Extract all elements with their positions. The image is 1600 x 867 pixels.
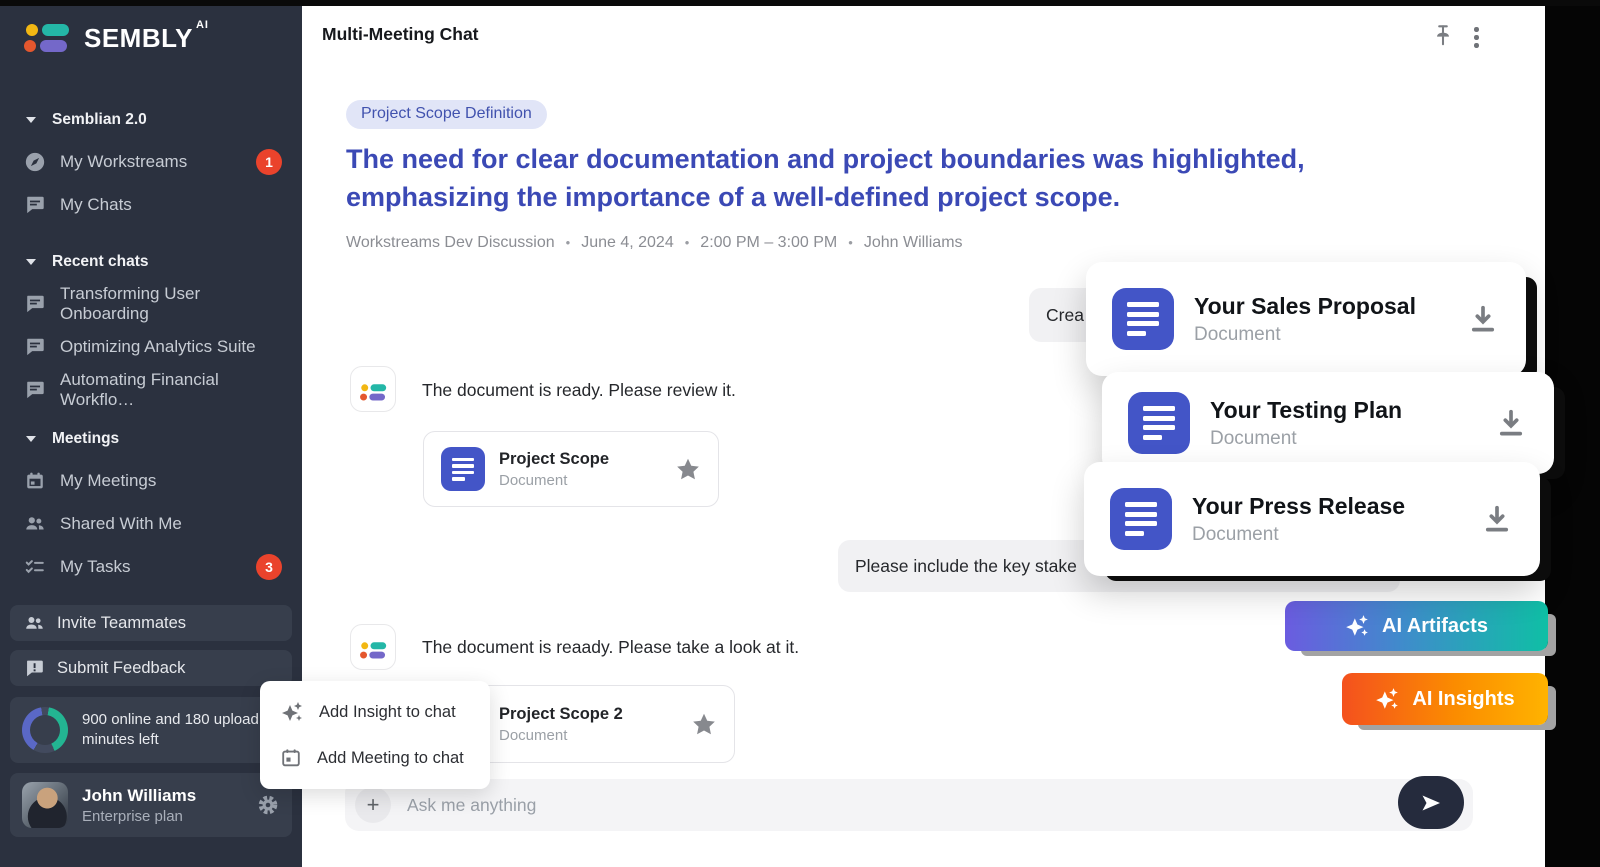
sidebar-section-meetings[interactable]: Meetings bbox=[24, 427, 290, 451]
meta-date: June 4, 2024 bbox=[581, 234, 674, 252]
sidebar-section-recent-chats[interactable]: Recent chats bbox=[24, 250, 290, 274]
meta-separator bbox=[848, 234, 853, 252]
people-icon bbox=[24, 613, 45, 634]
download-icon[interactable] bbox=[1480, 502, 1514, 536]
more-options-icon[interactable] bbox=[1472, 25, 1481, 50]
chat-input[interactable] bbox=[391, 795, 1463, 816]
sidebar-item-my-workstreams[interactable]: My Workstreams 1 bbox=[24, 149, 290, 175]
meta-separator bbox=[566, 234, 571, 252]
brand-sup: AI bbox=[196, 19, 209, 31]
sparkles-icon bbox=[280, 700, 304, 724]
minutes-remaining-card: 900 online and 180 upload minutes left bbox=[10, 697, 292, 763]
meta-author: John Williams bbox=[864, 234, 963, 252]
calendar-icon bbox=[24, 470, 46, 492]
document-icon bbox=[1128, 392, 1190, 454]
ai-insights-button[interactable]: AI Insights bbox=[1342, 673, 1548, 725]
user-profile-card[interactable]: John Williams Enterprise plan bbox=[10, 773, 292, 837]
document-icon bbox=[1112, 288, 1174, 350]
app-window: SEMBLYAI Semblian 2.0 My Workstreams 1 M… bbox=[0, 0, 1600, 867]
menu-item-add-meeting[interactable]: Add Meeting to chat bbox=[280, 739, 470, 777]
sidebar-item-my-chats[interactable]: My Chats bbox=[24, 192, 290, 218]
bot-message: The document is ready. Please review it. bbox=[422, 380, 736, 401]
document-icon bbox=[441, 447, 485, 491]
chat-icon bbox=[24, 293, 46, 315]
chat-icon bbox=[24, 379, 46, 401]
star-icon[interactable] bbox=[675, 456, 701, 482]
minutes-progress-ring bbox=[22, 707, 68, 753]
calendar-icon bbox=[280, 747, 302, 769]
page-title: Multi-Meeting Chat bbox=[322, 24, 479, 45]
sembly-logo-icon bbox=[24, 24, 72, 54]
document-type: Document bbox=[499, 726, 623, 746]
chat-icon bbox=[24, 336, 46, 358]
artifact-type: Document bbox=[1210, 426, 1402, 452]
send-icon bbox=[1419, 791, 1443, 815]
user-plan: Enterprise plan bbox=[82, 807, 196, 826]
sidebar: SEMBLYAI Semblian 2.0 My Workstreams 1 M… bbox=[0, 0, 302, 867]
star-icon[interactable] bbox=[691, 711, 717, 737]
download-icon[interactable] bbox=[1466, 302, 1500, 336]
chevron-down-icon bbox=[26, 436, 36, 442]
artifact-card-sales-proposal[interactable]: Your Sales Proposal Document bbox=[1086, 262, 1526, 376]
sidebar-item-my-tasks[interactable]: My Tasks 3 bbox=[24, 554, 290, 580]
sembly-logo-icon bbox=[360, 384, 388, 401]
meta-source: Workstreams Dev Discussion bbox=[346, 234, 555, 252]
avatar bbox=[22, 782, 68, 828]
sidebar-item-recent-chat-2[interactable]: Optimizing Analytics Suite bbox=[24, 334, 290, 360]
summary-heading: The need for clear documentation and pro… bbox=[346, 140, 1471, 216]
submit-feedback-button[interactable]: Submit Feedback bbox=[10, 650, 292, 686]
sidebar-item-shared-with-me[interactable]: Shared With Me bbox=[24, 511, 290, 537]
sparkles-icon bbox=[1345, 613, 1369, 639]
chat-icon bbox=[24, 194, 46, 216]
people-icon bbox=[24, 513, 46, 535]
artifact-title: Your Press Release bbox=[1192, 491, 1405, 522]
minutes-remaining-text: 900 online and 180 upload minutes left bbox=[82, 710, 280, 750]
meta-separator bbox=[685, 234, 690, 252]
document-title: Project Scope bbox=[499, 448, 609, 471]
ai-artifacts-button[interactable]: AI Artifacts bbox=[1285, 601, 1548, 651]
add-attachment-button[interactable]: + bbox=[355, 787, 391, 823]
artifact-title: Your Testing Plan bbox=[1210, 395, 1402, 426]
sidebar-item-my-meetings[interactable]: My Meetings bbox=[24, 468, 290, 494]
workstreams-badge: 1 bbox=[256, 149, 282, 175]
user-name: John Williams bbox=[82, 785, 196, 807]
document-type: Document bbox=[499, 471, 609, 491]
document-card-project-scope[interactable]: Project Scope Document bbox=[423, 431, 719, 507]
sembly-logo-icon bbox=[360, 642, 388, 659]
gear-icon[interactable] bbox=[256, 793, 280, 817]
brand-logo: SEMBLYAI bbox=[24, 20, 290, 66]
pin-icon[interactable] bbox=[1430, 22, 1456, 48]
bot-avatar bbox=[350, 624, 396, 670]
topic-tag: Project Scope Definition bbox=[346, 100, 547, 129]
chat-input-bar: + bbox=[345, 779, 1473, 831]
artifact-card-testing-plan[interactable]: Your Testing Plan Document bbox=[1102, 372, 1554, 474]
bot-message: The document is reaady. Please take a lo… bbox=[422, 637, 799, 658]
document-icon bbox=[1110, 488, 1172, 550]
brand-name: SEMBLYAI bbox=[84, 23, 206, 54]
invite-teammates-button[interactable]: Invite Teammates bbox=[10, 605, 292, 641]
artifact-title: Your Sales Proposal bbox=[1194, 291, 1416, 322]
sparkles-icon bbox=[1375, 686, 1399, 712]
tasks-badge: 3 bbox=[256, 554, 282, 580]
send-button[interactable] bbox=[1398, 776, 1464, 829]
compass-icon bbox=[24, 151, 46, 173]
sidebar-item-recent-chat-3[interactable]: Automating Financial Workflo… bbox=[24, 377, 290, 403]
tasks-icon bbox=[24, 556, 46, 578]
download-icon[interactable] bbox=[1494, 406, 1528, 440]
artifact-type: Document bbox=[1192, 522, 1405, 548]
meeting-meta: Workstreams Dev Discussion June 4, 2024 … bbox=[346, 234, 963, 252]
feedback-icon bbox=[24, 658, 45, 679]
artifact-type: Document bbox=[1194, 322, 1416, 348]
frame-top-bar bbox=[0, 0, 1600, 6]
chevron-down-icon bbox=[26, 259, 36, 265]
artifact-card-press-release[interactable]: Your Press Release Document bbox=[1084, 462, 1540, 576]
chevron-down-icon bbox=[26, 117, 36, 123]
context-menu: Add Insight to chat Add Meeting to chat bbox=[260, 681, 490, 789]
menu-item-add-insight[interactable]: Add Insight to chat bbox=[280, 693, 470, 731]
meta-time: 2:00 PM – 3:00 PM bbox=[700, 234, 837, 252]
bot-avatar bbox=[350, 366, 396, 412]
sidebar-section-semblian[interactable]: Semblian 2.0 bbox=[24, 108, 290, 132]
sidebar-item-recent-chat-1[interactable]: Transforming User Onboarding bbox=[24, 291, 290, 317]
document-title: Project Scope 2 bbox=[499, 703, 623, 726]
